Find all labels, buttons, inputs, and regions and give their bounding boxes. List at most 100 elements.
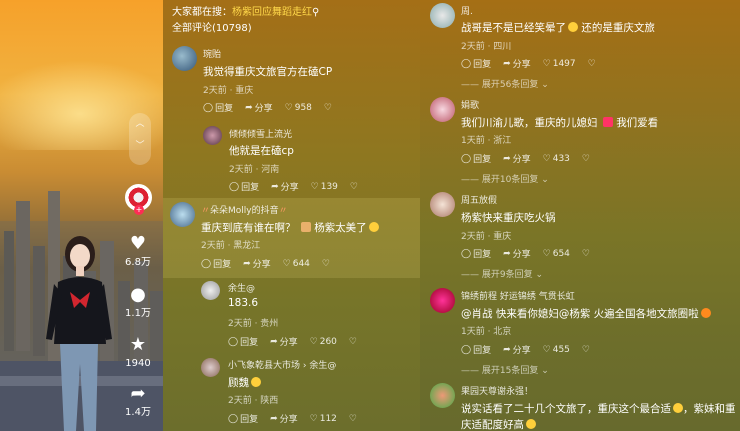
author-avatar[interactable]: + — [125, 184, 152, 215]
avatar[interactable] — [170, 202, 195, 227]
dislike-icon: ♡ — [348, 336, 357, 347]
heart-icon: ♥ — [129, 233, 147, 254]
comment-text: 183.6 — [228, 297, 259, 309]
like-button[interactable]: ♡ 455 — [543, 345, 570, 355]
avatar[interactable] — [203, 126, 222, 145]
like-button[interactable]: ♡ 958 — [285, 103, 312, 113]
dislike-button[interactable]: ♡ — [349, 337, 357, 347]
reply-button[interactable]: ◯ 回复 — [203, 101, 233, 115]
share-button[interactable]: ➦ 分享 — [270, 335, 298, 349]
like-button[interactable]: ♡ 1497 — [543, 59, 576, 69]
favorite-count: 1940 — [125, 358, 151, 369]
dislike-button[interactable]: ♡ — [322, 259, 330, 269]
reply-button[interactable]: ◯ 回复 — [228, 412, 258, 426]
dislike-icon: ♡ — [348, 413, 357, 424]
reply-button[interactable]: ◯ 回复 — [461, 152, 491, 166]
reply-button[interactable]: ◯ 回复 — [201, 257, 231, 271]
comment-text-continued: 庆适配度好高 — [461, 417, 536, 431]
share-button[interactable]: ➦ 分享 — [503, 247, 531, 261]
expand-replies-button[interactable]: —— 展开9条回复 ⌄ — [461, 267, 543, 280]
panel-collapse-handle[interactable]: ︿ ﹀ — [129, 113, 151, 165]
cake-emoji-icon — [300, 222, 311, 232]
comment-text: 他就是在磕cp — [229, 145, 294, 157]
reply-button[interactable]: ◯ 回复 — [461, 343, 491, 357]
share-button[interactable]: ➦ 分享 — [271, 180, 299, 194]
like-button[interactable]: ♡ 260 — [310, 337, 337, 347]
expand-replies-button[interactable]: —— 展开56条回复 ⌄ — [461, 77, 549, 90]
smile-emoji-icon — [251, 377, 261, 387]
search-term-link[interactable]: 杨紫回应舞蹈走红 — [232, 7, 312, 18]
dislike-button[interactable]: ♡ — [588, 59, 596, 69]
share-button[interactable]: ➦ 分享 — [245, 101, 273, 115]
smile-emoji-icon — [673, 403, 683, 413]
comment-author[interactable]: 娟歌 — [461, 98, 479, 111]
share-button[interactable]: ➦ 分享 — [243, 257, 271, 271]
avatar[interactable] — [201, 358, 220, 377]
comment-text: 顾魏 — [228, 375, 261, 390]
dislike-button[interactable]: ♡ — [582, 345, 590, 355]
favorite-action[interactable]: ★ 1940 — [118, 335, 158, 371]
avatar[interactable] — [430, 288, 455, 313]
expand-replies-button[interactable]: —— 展开15条回复 ⌄ — [461, 363, 549, 376]
comment-meta: 2天前 · 河南 — [229, 165, 280, 175]
comment-actions: ◯ 回复 ➦ 分享 ♡ 433 ♡ — [461, 152, 590, 166]
share-button[interactable]: ➦ 分享 — [503, 57, 531, 71]
comment-author[interactable]: 余生@ — [228, 281, 255, 294]
dislike-button[interactable]: ♡ — [324, 103, 332, 113]
dislike-button[interactable]: ♡ — [349, 414, 357, 424]
comments-total: 全部评论(10798) — [172, 23, 252, 34]
avatar[interactable] — [201, 281, 220, 300]
heart-outline-icon: ♡ — [542, 344, 551, 355]
share-count: 1.4万 — [125, 407, 151, 418]
search-suggestion[interactable]: 大家都在搜：杨紫回应舞蹈走红⚲ — [172, 3, 319, 18]
avatar[interactable] — [430, 3, 455, 28]
like-button[interactable]: ♡ 112 — [310, 414, 337, 424]
comment-action[interactable]: ● 1.1万 — [118, 285, 158, 321]
comment-author[interactable]: 周. — [461, 4, 473, 17]
reply-button[interactable]: ◯ 回复 — [228, 335, 258, 349]
comment-author[interactable]: 锦绣前程 好运锦绣 气贯长虹 — [461, 289, 575, 302]
reply-icon: ◯ — [461, 344, 472, 355]
comment-author[interactable]: 琬贻 — [203, 47, 221, 60]
like-button[interactable]: ♡ 654 — [543, 249, 570, 259]
like-button[interactable]: ♡ 644 — [283, 259, 310, 269]
reply-button[interactable]: ◯ 回复 — [461, 57, 491, 71]
share-icon: ➦ — [271, 181, 279, 192]
dislike-icon: ♡ — [587, 58, 596, 69]
heart-outline-icon: ♡ — [542, 58, 551, 69]
comment-author[interactable]: 倾倾倾雪上流光 — [229, 127, 292, 140]
like-button[interactable]: ♡ 433 — [543, 154, 570, 164]
chevron-down-icon: ﹀ — [135, 141, 145, 151]
share-button[interactable]: ➦ 分享 — [503, 343, 531, 357]
avatar[interactable] — [430, 97, 455, 122]
follow-plus-icon[interactable]: + — [134, 205, 144, 215]
share-arrow-icon: ➦ — [130, 383, 146, 404]
fire-emoji-icon — [700, 308, 711, 318]
dislike-button[interactable]: ♡ — [350, 182, 358, 192]
reply-button[interactable]: ◯ 回复 — [229, 180, 259, 194]
comment-text: 我们川渝儿歌，重庆的儿媳妇 我们爱看 — [461, 117, 659, 129]
share-button[interactable]: ➦ 分享 — [270, 412, 298, 426]
dislike-button[interactable]: ♡ — [582, 249, 590, 259]
share-button[interactable]: ➦ 分享 — [503, 152, 531, 166]
comment-author[interactable]: 果园天尊谢永强！ — [461, 384, 533, 397]
gift-emoji-icon — [602, 117, 613, 127]
avatar[interactable] — [172, 46, 197, 71]
avatar[interactable] — [430, 383, 455, 408]
chevron-down-icon: ⌄ — [541, 175, 549, 185]
expand-replies-button[interactable]: —— 展开10条回复 ⌄ — [461, 172, 549, 185]
comment-author[interactable]: 〃朵朵Molly的抖音〃 — [201, 203, 288, 216]
comment-text: 我觉得重庆文旅官方在磕CP — [203, 66, 333, 78]
share-action[interactable]: ➦ 1.4万 — [118, 384, 158, 420]
like-button[interactable]: ♡ 139 — [311, 182, 338, 192]
comment-author[interactable]: 小飞象乾县大市场 › 余生@ — [228, 358, 336, 371]
heart-outline-icon: ♡ — [309, 413, 318, 424]
reply-icon: ◯ — [461, 248, 472, 259]
like-action[interactable]: ♥ 6.8万 — [118, 234, 158, 270]
dislike-button[interactable]: ♡ — [582, 154, 590, 164]
avatar[interactable] — [430, 192, 455, 217]
comment-author[interactable]: 周五放假 — [461, 193, 497, 206]
reply-button[interactable]: ◯ 回复 — [461, 247, 491, 261]
video-player[interactable]: ︿ ﹀ + ♥ 6.8万 ● 1.1万 ★ 1940 ➦ 1.4万 — [0, 0, 163, 431]
comment-actions: ◯ 回复 ➦ 分享 ♡ 455 ♡ — [461, 343, 590, 357]
